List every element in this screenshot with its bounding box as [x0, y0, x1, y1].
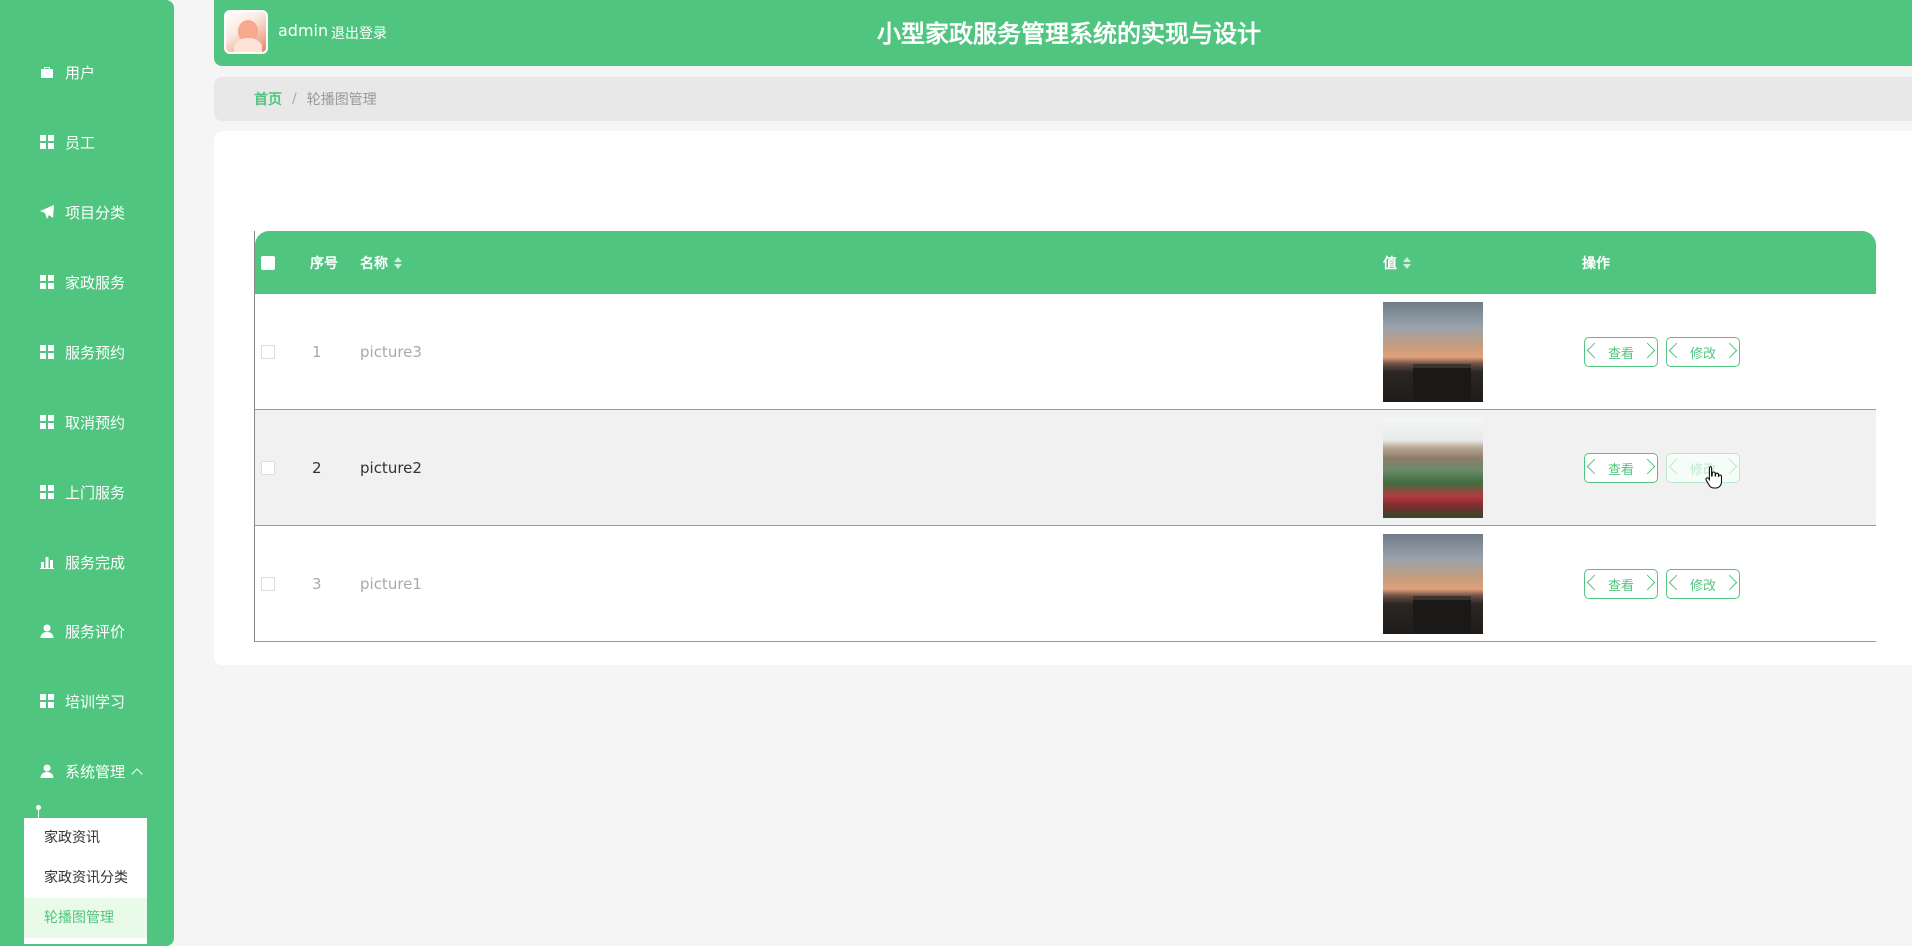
table-row: 1 picture3 查看 修改 — [255, 294, 1876, 410]
submenu-item-carousel[interactable]: 轮播图管理 — [24, 898, 147, 938]
row-name: picture3 — [360, 343, 422, 361]
row-image-cell — [1383, 526, 1483, 642]
edit-button[interactable]: 修改 — [1666, 337, 1740, 367]
edit-button[interactable]: 修改 — [1666, 453, 1740, 483]
column-header-name[interactable]: 名称 — [360, 231, 402, 294]
paper-plane-icon — [38, 203, 56, 221]
view-button[interactable]: 查看 — [1584, 569, 1658, 599]
sidebar-item-users[interactable]: 用户 — [38, 57, 95, 87]
sidebar-item-label: 取消预约 — [65, 413, 126, 432]
table-header: 序号 名称 值 操作 — [255, 231, 1876, 294]
sidebar-item-housekeeping-service[interactable]: 家政服务 — [38, 267, 125, 297]
carousel-table: 序号 名称 值 操作 1 picture3 查看 修改 2 picture2 查… — [254, 231, 1876, 642]
breadcrumb-current: 轮播图管理 — [306, 92, 377, 108]
sidebar-item-label: 服务完成 — [65, 553, 126, 572]
column-header-name-label: 名称 — [360, 255, 388, 272]
select-all-cell — [261, 231, 275, 294]
select-all-checkbox[interactable] — [261, 255, 275, 270]
sidebar-item-staff[interactable]: 员工 — [38, 127, 95, 157]
grid-icon — [38, 273, 56, 291]
submenu-item-news-category[interactable]: 家政资讯分类 — [24, 858, 147, 898]
grid-icon — [38, 483, 56, 501]
sidebar-item-label: 服务预约 — [65, 343, 126, 362]
row-checkbox-cell — [261, 526, 275, 642]
briefcase-icon — [38, 63, 56, 81]
sidebar-item-label: 服务评价 — [65, 622, 126, 641]
view-button[interactable]: 查看 — [1584, 337, 1658, 367]
column-header-value[interactable]: 值 — [1383, 231, 1411, 294]
row-checkbox[interactable] — [261, 345, 275, 359]
table-row: 2 picture2 查看 修改 — [255, 410, 1876, 526]
breadcrumb: 首页 / 轮播图管理 — [214, 77, 1912, 121]
sidebar-item-project-category[interactable]: 项目分类 — [38, 197, 125, 227]
breadcrumb-home[interactable]: 首页 — [254, 89, 282, 109]
sidebar-item-service-review[interactable]: 服务评价 — [38, 616, 125, 646]
garden-building-photo[interactable] — [1383, 418, 1483, 518]
submenu-item-news[interactable]: 家政资讯 — [24, 818, 147, 858]
row-name: picture1 — [360, 575, 422, 593]
row-actions: 查看 修改 — [1584, 294, 1748, 410]
grid-icon — [38, 413, 56, 431]
sidebar-item-label: 员工 — [65, 133, 96, 152]
row-image-cell — [1383, 410, 1483, 526]
app-title-text: 小型家政服务管理系统的实现与设计 — [877, 20, 1261, 48]
sidebar-item-label: 用户 — [65, 63, 96, 82]
app-title: 小型家政服务管理系统的实现与设计 — [214, 14, 1912, 49]
row-image-cell — [1383, 294, 1483, 410]
grid-icon — [38, 133, 56, 151]
submenu: 家政资讯 家政资讯分类 轮播图管理 — [24, 818, 147, 944]
sidebar-item-label: 项目分类 — [65, 203, 126, 222]
row-index: 2 — [312, 459, 322, 477]
user-icon — [38, 622, 56, 640]
sidebar-item-service-booking[interactable]: 服务预约 — [38, 337, 125, 367]
sidebar-item-training[interactable]: 培训学习 — [38, 686, 125, 716]
table-row: 3 picture1 查看 修改 — [255, 526, 1876, 642]
dusk-building-photo[interactable] — [1383, 302, 1483, 402]
row-index: 3 — [312, 575, 322, 593]
column-header-value-label: 值 — [1383, 255, 1397, 272]
row-checkbox[interactable] — [261, 577, 275, 591]
column-header-index: 序号 — [310, 255, 338, 272]
bar-chart-icon — [38, 553, 56, 571]
column-header-actions: 操作 — [1582, 255, 1610, 272]
sidebar-item-service-complete[interactable]: 服务完成 — [38, 547, 125, 577]
submenu-connector — [36, 805, 41, 818]
row-checkbox-cell — [261, 410, 275, 526]
sort-icon[interactable] — [1403, 256, 1411, 269]
edit-button[interactable]: 修改 — [1666, 569, 1740, 599]
sidebar-item-label: 培训学习 — [65, 692, 126, 711]
row-actions: 查看 修改 — [1584, 410, 1748, 526]
breadcrumb-separator: / — [292, 91, 297, 107]
sidebar-item-label: 家政服务 — [65, 273, 126, 292]
user-icon — [38, 762, 56, 780]
view-button[interactable]: 查看 — [1584, 453, 1658, 483]
sidebar-item-cancel-booking[interactable]: 取消预约 — [38, 407, 125, 437]
sidebar-item-label: 系统管理 — [65, 762, 126, 781]
grid-icon — [38, 343, 56, 361]
sidebar-item-label: 上门服务 — [65, 483, 126, 502]
dusk-building-photo[interactable] — [1383, 534, 1483, 634]
row-checkbox-cell — [261, 294, 275, 410]
sidebar-item-system-management[interactable]: 系统管理 — [38, 756, 143, 786]
header: admin 退出登录 小型家政服务管理系统的实现与设计 — [214, 0, 1912, 66]
hand-cursor-icon — [1705, 465, 1723, 489]
row-index: 1 — [312, 343, 322, 361]
row-name: picture2 — [360, 459, 422, 477]
sidebar: 用户 员工 项目分类 家政服务 服务预约 取消预约 上门服务 服务完成 服务评价… — [0, 0, 174, 946]
chevron-up-icon — [131, 767, 143, 780]
row-actions: 查看 修改 — [1584, 526, 1748, 642]
row-checkbox[interactable] — [261, 461, 275, 475]
sidebar-item-home-service[interactable]: 上门服务 — [38, 477, 125, 507]
grid-icon — [38, 692, 56, 710]
sort-icon[interactable] — [394, 256, 402, 269]
